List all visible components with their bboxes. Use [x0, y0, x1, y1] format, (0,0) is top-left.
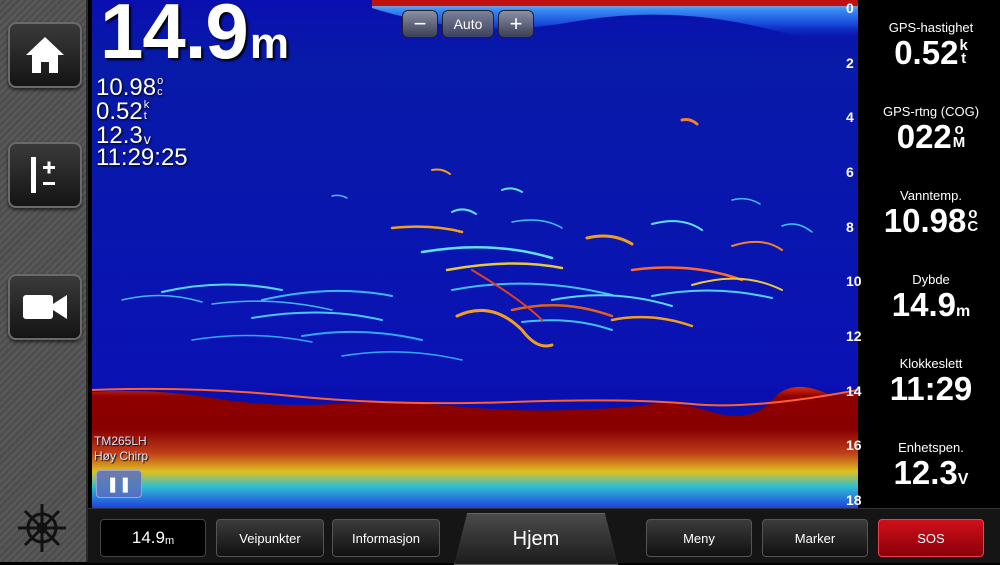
data-field-unit: M: [952, 134, 966, 151]
speed-unit-t: t: [143, 110, 147, 122]
zoom-out-button[interactable]: −: [402, 10, 438, 38]
bottom-depth-unit: m: [164, 535, 175, 547]
bottom-bar: 14.9 m Veipunkter Informasjon Hjem Meny M…: [88, 508, 1000, 565]
depth-value: 14.9: [100, 0, 249, 75]
sonar-echo-display: [92, 0, 858, 508]
home-icon: [26, 37, 64, 73]
data-field-time[interactable]: Klokkeslett 11:29: [862, 356, 1000, 407]
data-field-unit: m: [956, 303, 971, 320]
transducer-info: TM265LH Høy Chirp: [94, 434, 148, 464]
depth-scale-tick: 18: [846, 492, 862, 508]
waypoints-button[interactable]: Veipunkter: [216, 519, 324, 557]
data-panel: GPS-hastighet 0.52 k t GPS-rtng (COG) 022 o…: [862, 0, 1000, 508]
depth-scale-tick: 2: [846, 54, 854, 71]
camera-button[interactable]: [8, 274, 82, 340]
sonar-view[interactable]: 14.9m 10.98 o c 0.52 k t 12.3v 11:29:25 − Au…: [92, 0, 858, 508]
data-field-label: Enhetspen.: [898, 440, 964, 455]
data-field-value: 0.52: [894, 34, 959, 71]
data-field-value: 10.98: [883, 202, 967, 239]
data-field-unit: C: [967, 218, 979, 235]
water-temp-value: 10.98: [96, 74, 157, 101]
zoom-auto-button[interactable]: Auto: [442, 10, 494, 38]
home-button[interactable]: [8, 22, 82, 88]
data-field-gps-speed[interactable]: GPS-hastighet 0.52 k t: [862, 20, 1000, 71]
transducer-frequency: Høy Chirp: [94, 449, 149, 463]
data-field-unit: V: [957, 471, 969, 488]
depth-scale-tick: 12: [846, 328, 862, 344]
data-field-value: 14.9: [891, 286, 956, 323]
pause-icon: ❚❚: [106, 476, 132, 493]
range-adjust-icon: [31, 157, 55, 193]
range-adjust-button[interactable]: [8, 142, 82, 208]
depth-scale-tick: 16: [846, 437, 862, 454]
time-readout: 11:29:25: [96, 144, 188, 171]
mark-button[interactable]: Marker: [762, 519, 868, 557]
left-rail: [0, 0, 88, 562]
zoom-in-button[interactable]: +: [498, 10, 534, 38]
bottom-depth-display[interactable]: 14.9 m: [100, 519, 206, 557]
information-button[interactable]: Informasjon: [332, 519, 440, 557]
depth-readout: 14.9m: [100, 0, 289, 70]
bottom-depth-value: 14.9: [131, 528, 165, 547]
data-field-depth[interactable]: Dybde 14.9m: [862, 272, 1000, 323]
data-field-value: 12.3: [893, 454, 958, 491]
data-field-voltage[interactable]: Enhetspen. 12.3V: [862, 440, 1000, 491]
data-field-label: GPS-hastighet: [888, 20, 974, 35]
speed-value: 0.52: [96, 98, 143, 125]
depth-scale-tick: 10: [846, 273, 862, 290]
water-temp-readout: 10.98 o c: [96, 76, 163, 100]
depth-unit: m: [249, 19, 289, 68]
data-field-gps-cog[interactable]: GPS-rtng (COG) 022 o M: [862, 104, 1000, 155]
sos-button[interactable]: SOS: [878, 519, 984, 557]
ship-wheel-button[interactable]: [14, 500, 70, 556]
data-field-label: GPS-rtng (COG): [882, 104, 980, 119]
depth-scale-tick: 0: [846, 0, 854, 16]
data-field-label: Dybde: [912, 272, 950, 287]
depth-scale-tick: 14: [846, 382, 862, 399]
water-temp-unit-c: c: [157, 86, 163, 98]
ship-wheel-icon: [18, 504, 66, 552]
depth-scale-tick: 6: [846, 164, 854, 180]
depth-scale-tick: 8: [846, 218, 854, 235]
home-tab[interactable]: Hjem: [454, 513, 618, 565]
pause-button[interactable]: ❚❚: [96, 470, 142, 498]
video-camera-icon: [23, 295, 67, 319]
menu-button[interactable]: Meny: [646, 519, 752, 557]
data-field-label: Klokkeslett: [899, 356, 963, 371]
depth-scale-tick: 4: [846, 109, 854, 126]
data-field-value: 022: [896, 118, 952, 155]
data-field-water-temp[interactable]: Vanntemp. 10.98 o C: [862, 188, 1000, 239]
data-field-value: 11:29: [889, 370, 973, 407]
zoom-control: − Auto +: [402, 10, 534, 38]
data-field-label: Vanntemp.: [900, 188, 962, 203]
speed-readout: 0.52 k t: [96, 100, 149, 124]
transducer-model: TM265LH: [94, 434, 147, 448]
